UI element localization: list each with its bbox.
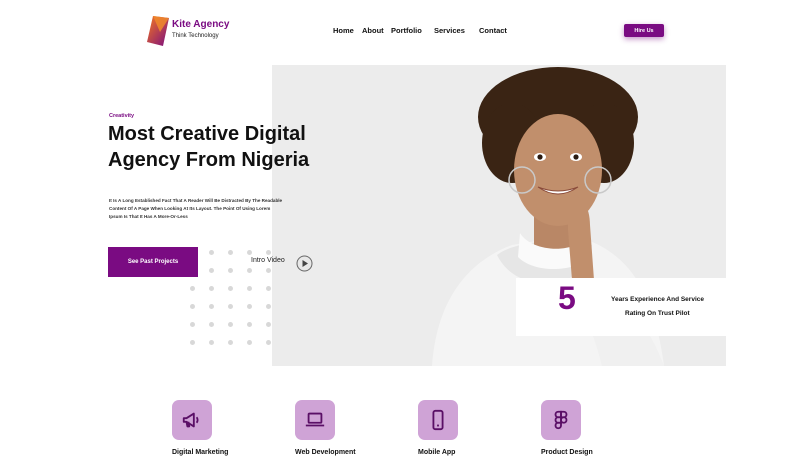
headline-line-2: Agency From Nigeria: [108, 149, 310, 171]
dot: [247, 340, 252, 345]
play-icon[interactable]: [296, 255, 313, 272]
nav-portfolio[interactable]: Portfolio: [391, 26, 422, 35]
megaphone-icon: [172, 400, 212, 440]
dot: [266, 322, 271, 327]
dot: [209, 250, 214, 255]
dot: [190, 340, 195, 345]
brand-tagline: Think Technology: [172, 33, 219, 39]
service-web-development[interactable]: Web Development: [295, 400, 375, 462]
dot: [209, 322, 214, 327]
experience-stat-card: 5 Years Experience And Service Rating On…: [516, 278, 726, 336]
dot: [266, 340, 271, 345]
dot: [209, 304, 214, 309]
dot: [228, 250, 233, 255]
brand-logo[interactable]: Kite Agency Think Technology: [147, 16, 267, 48]
nav-services[interactable]: Services: [434, 26, 465, 35]
dot: [247, 268, 252, 273]
dot: [209, 286, 214, 291]
kite-logo-icon: [147, 16, 169, 46]
service-label: Digital Marketing: [172, 449, 229, 456]
figma-icon: [541, 400, 581, 440]
nav-home[interactable]: Home: [333, 26, 354, 35]
dot: [228, 286, 233, 291]
brand-name: Kite Agency: [172, 19, 230, 30]
dot: [247, 322, 252, 327]
see-past-projects-button[interactable]: See Past Projects: [108, 247, 198, 277]
dot: [247, 286, 252, 291]
mobile-icon: [418, 400, 458, 440]
dot: [190, 322, 195, 327]
description-line-1: It Is A Long Established Fact That A Rea…: [109, 198, 283, 203]
service-label: Web Development: [295, 449, 356, 456]
intro-video-label: Intro Video: [251, 257, 285, 264]
dot: [266, 304, 271, 309]
description-line-2: Content Of A Page When Looking At Its La…: [109, 206, 271, 211]
dot: [190, 304, 195, 309]
nav-about[interactable]: About: [362, 26, 384, 35]
service-digital-marketing[interactable]: Digital Marketing: [172, 400, 252, 462]
dot: [209, 340, 214, 345]
hero-description: It Is A Long Established Fact That A Rea…: [109, 197, 309, 221]
dot-grid-decoration: [190, 250, 280, 350]
dot: [266, 268, 271, 273]
stat-text-line-2: Rating On Trust Pilot: [625, 310, 690, 317]
dot: [247, 304, 252, 309]
dot: [266, 286, 271, 291]
dot: [228, 304, 233, 309]
stat-text-line-1: Years Experience And Service: [611, 296, 704, 303]
headline-line-1: Most Creative Digital: [108, 123, 306, 145]
service-mobile-app[interactable]: Mobile App: [418, 400, 498, 462]
stat-number: 5: [558, 280, 576, 316]
dot: [266, 250, 271, 255]
service-label: Product Design: [541, 449, 593, 456]
nav-contact[interactable]: Contact: [479, 26, 507, 35]
laptop-icon: [295, 400, 335, 440]
description-line-3: Ipsum Is That It Has A More-Or-Less: [109, 214, 188, 219]
dot: [209, 268, 214, 273]
service-product-design[interactable]: Product Design: [541, 400, 621, 462]
dot: [247, 250, 252, 255]
hero-headline: Most Creative Digital Agency From Nigeri…: [108, 121, 368, 173]
dot: [228, 268, 233, 273]
dot: [228, 340, 233, 345]
dot: [190, 286, 195, 291]
dot: [228, 322, 233, 327]
hero-eyebrow: Creativity: [109, 113, 135, 119]
hire-us-button[interactable]: Hire Us: [624, 24, 664, 37]
service-label: Mobile App: [418, 449, 456, 456]
